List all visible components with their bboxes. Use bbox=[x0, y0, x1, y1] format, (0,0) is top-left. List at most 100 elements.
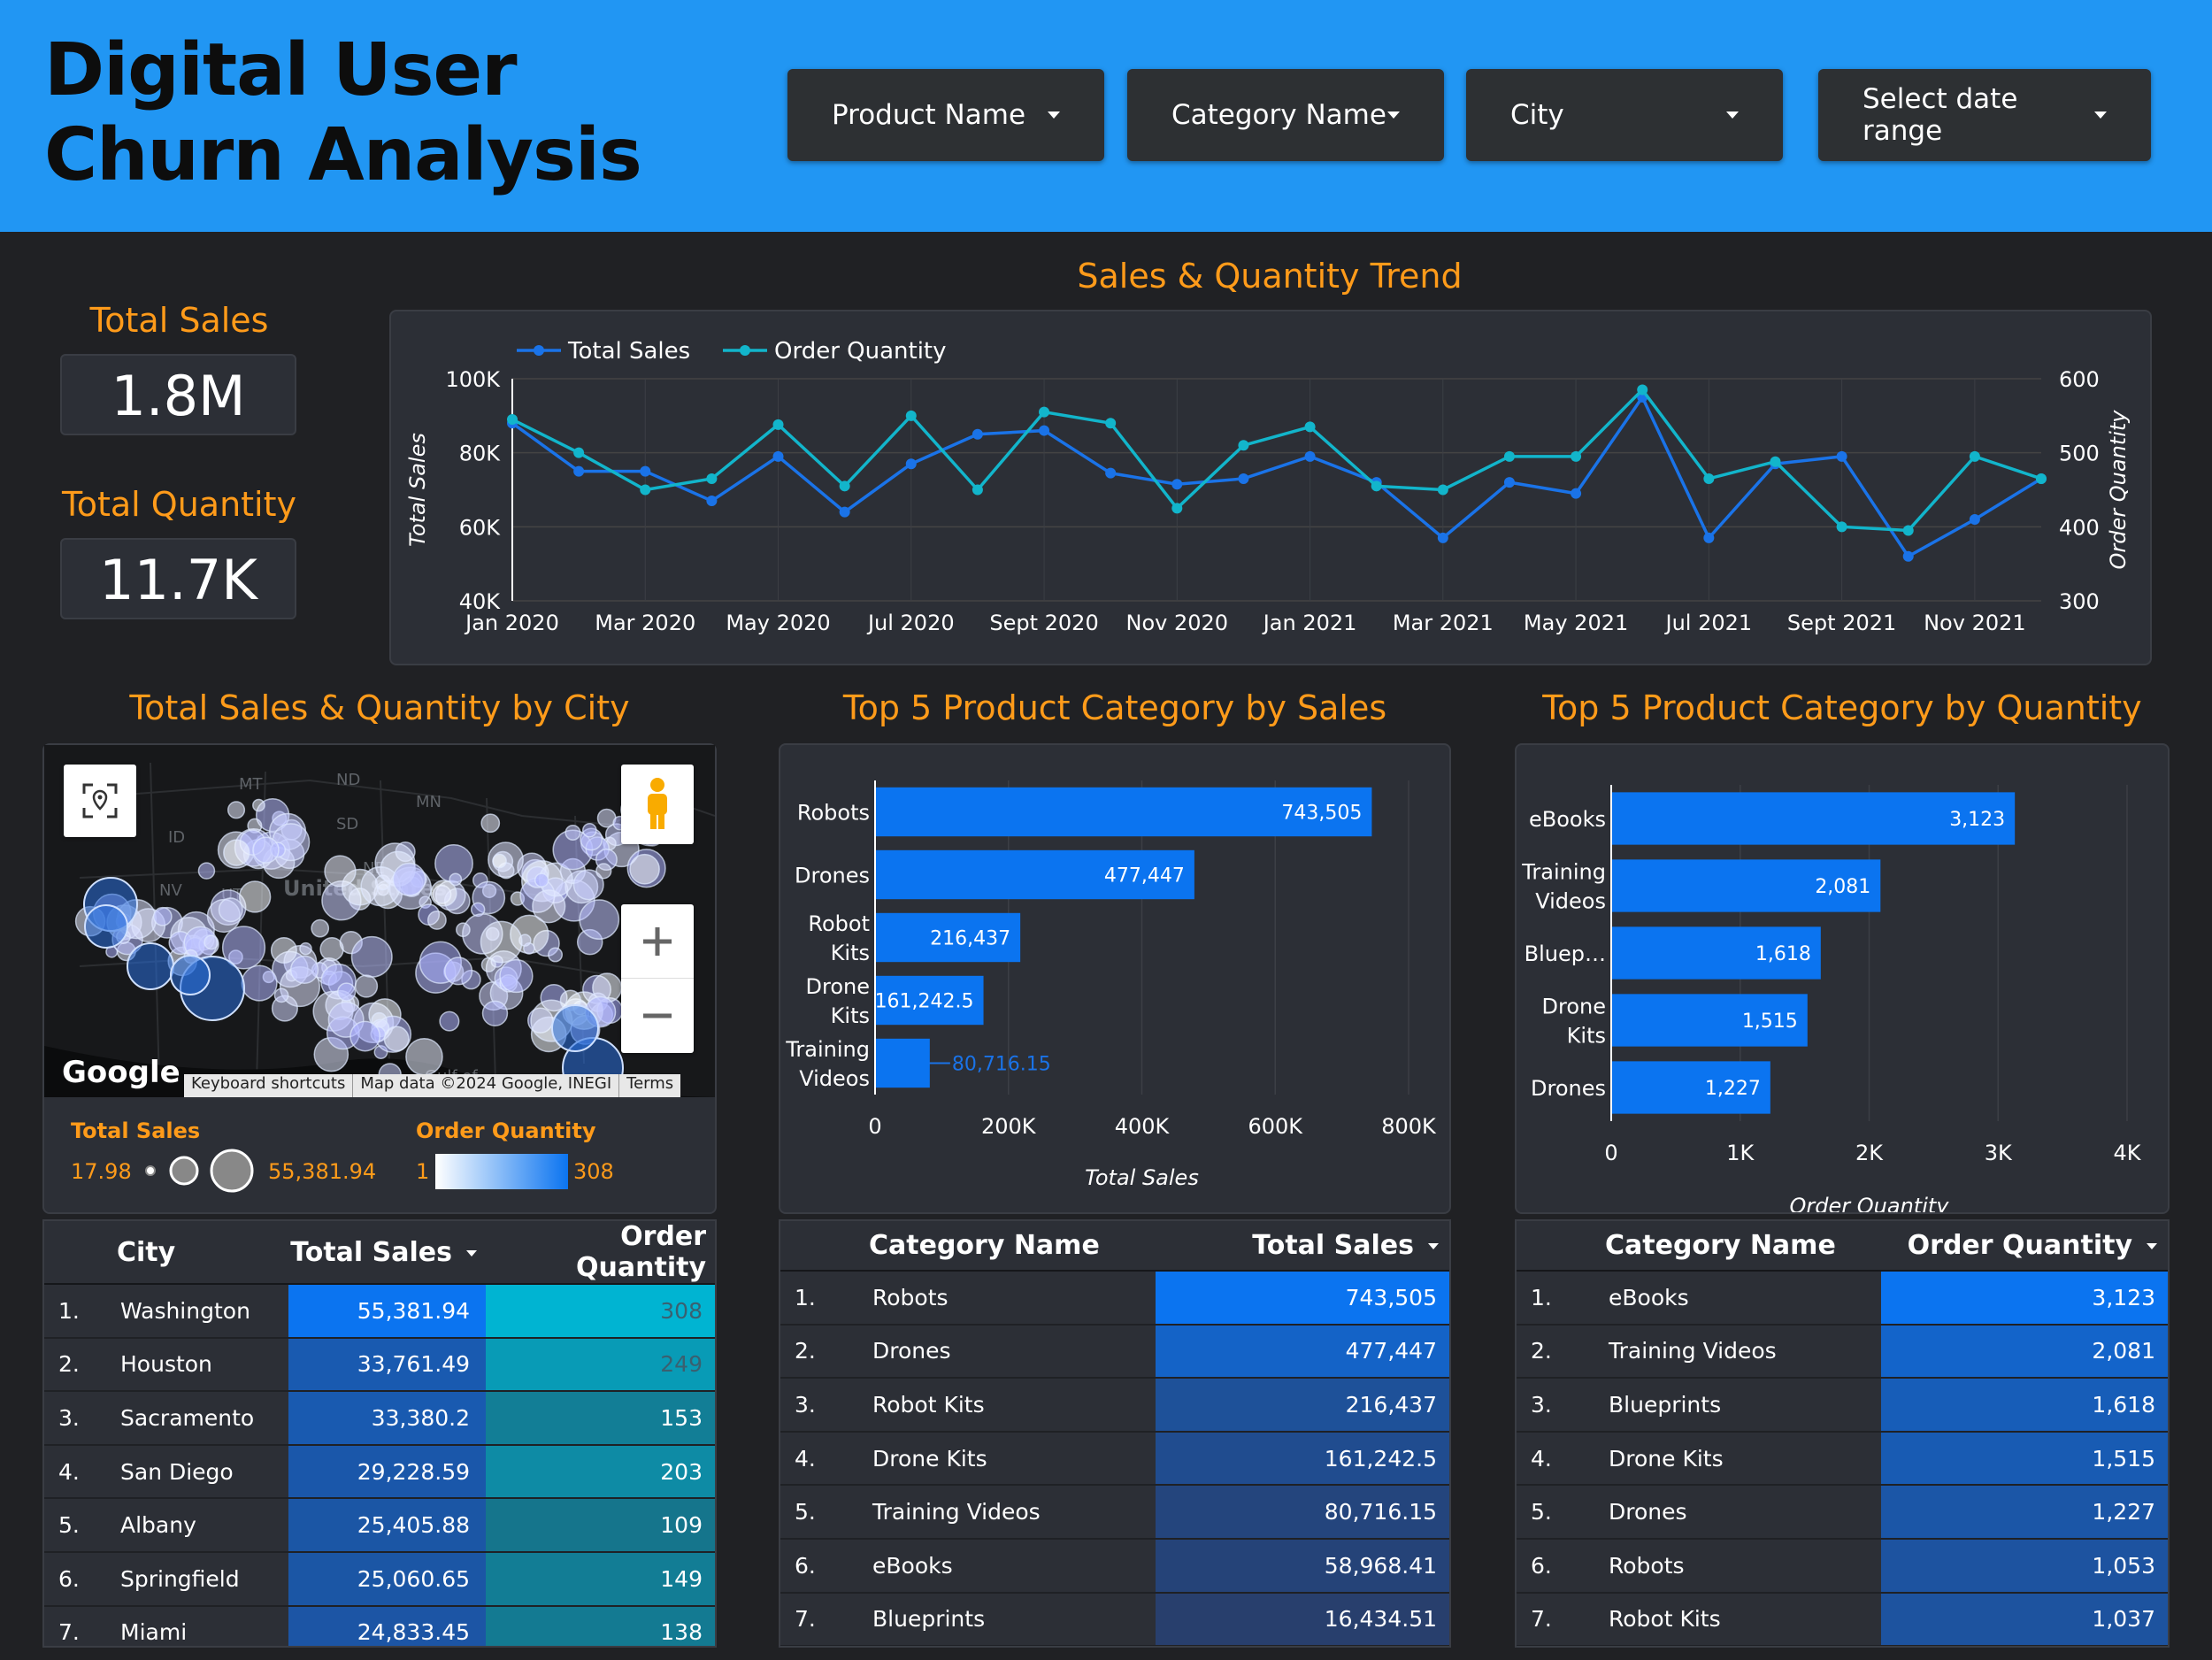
date-range-filter[interactable]: Select date range bbox=[1818, 69, 2151, 161]
header-category-name[interactable]: Category Name bbox=[1605, 1221, 1881, 1272]
category-name: Drone Kits bbox=[869, 1431, 1156, 1487]
city-bubble bbox=[392, 862, 426, 896]
data-point bbox=[1238, 440, 1249, 451]
table-row[interactable]: 6. Springfield 25,060.65 149 bbox=[44, 1551, 715, 1607]
table-row[interactable]: 7. Blueprints 16,434.51 bbox=[780, 1592, 1449, 1646]
header-category-name[interactable]: Category Name bbox=[869, 1221, 1156, 1272]
total-sales-cell: 24,833.45 bbox=[288, 1605, 486, 1646]
data-point bbox=[1571, 488, 1582, 499]
locate-button[interactable] bbox=[64, 765, 136, 837]
data-point bbox=[1902, 525, 1914, 536]
city-bubble bbox=[241, 964, 278, 1002]
sort-desc-icon bbox=[2147, 1243, 2157, 1249]
sort-desc-icon bbox=[466, 1249, 477, 1257]
table-row[interactable]: 5. Drones 1,227 bbox=[1517, 1485, 2168, 1540]
data-point bbox=[1969, 513, 1980, 525]
category-label: Bluep… bbox=[1525, 941, 1606, 966]
header-order-quantity[interactable]: Order Quantity bbox=[486, 1221, 715, 1285]
city-name: Albany bbox=[117, 1498, 288, 1553]
city-name: Washington bbox=[117, 1284, 288, 1339]
city-name: Springfield bbox=[117, 1551, 288, 1607]
header-city[interactable]: City bbox=[117, 1221, 288, 1285]
y2-axis-title: Order Quantity bbox=[2106, 410, 2131, 570]
sales-bar-chart[interactable]: 0 200K 400K 600K 800K Total Sales Robots 743,50… bbox=[780, 745, 1449, 1212]
category-label: Videos bbox=[1535, 889, 1606, 914]
category-label: Drone bbox=[1542, 995, 1606, 1019]
keyboard-shortcuts-link[interactable]: Keyboard shortcuts bbox=[184, 1074, 354, 1097]
table-row[interactable]: 3. Blueprints 1,618 bbox=[1517, 1378, 2168, 1433]
data-label: 477,447 bbox=[1104, 865, 1185, 888]
city-filter[interactable]: City bbox=[1466, 69, 1783, 161]
header-order-quantity[interactable]: Order Quantity bbox=[1881, 1221, 2168, 1272]
bubble-map[interactable]: MTNDMNSDWYNEUTNVUnited StatesGulf ofID G… bbox=[44, 745, 715, 1097]
order-quantity-cell: 308 bbox=[486, 1284, 715, 1339]
city-name: Houston bbox=[117, 1337, 288, 1393]
y-axis-title: Total Sales bbox=[405, 433, 430, 547]
data-point bbox=[1637, 384, 1648, 396]
zoom-out-button[interactable] bbox=[621, 979, 694, 1053]
table-row[interactable]: 2. Training Videos 2,081 bbox=[1517, 1324, 2168, 1379]
header-index bbox=[1517, 1221, 1605, 1272]
city-bubble bbox=[152, 906, 173, 926]
series-line-total-sales bbox=[511, 394, 2042, 559]
data-point bbox=[1836, 521, 1847, 533]
data-point bbox=[706, 496, 718, 507]
data-point bbox=[1503, 450, 1515, 462]
header-bar: Digital User Churn Analysis Product Name… bbox=[0, 0, 2212, 232]
table-row[interactable]: 6. eBooks 58,968.41 bbox=[780, 1538, 1449, 1594]
table-row[interactable]: 5. Training Videos 80,716.15 bbox=[780, 1485, 1449, 1540]
table-row[interactable]: 7. Miami 24,833.45 138 bbox=[44, 1605, 715, 1646]
header-total-sales[interactable]: Total Sales bbox=[1156, 1221, 1449, 1272]
category-name: Drones bbox=[1605, 1485, 1881, 1540]
row-index: 2. bbox=[1517, 1324, 1605, 1379]
category-label: Kits bbox=[1567, 1024, 1606, 1049]
quantity-bar-chart[interactable]: 0 1K 2K 3K 4K Order Quantity eBooks 3,123 Traini… bbox=[1517, 745, 2168, 1218]
table-row[interactable]: 7. Robot Kits 1,037 bbox=[1517, 1592, 2168, 1646]
sort-desc-icon bbox=[1428, 1243, 1439, 1249]
header-total-sales[interactable]: Total Sales bbox=[288, 1221, 486, 1285]
category-label: Robot bbox=[808, 911, 870, 936]
data-point bbox=[1171, 503, 1183, 514]
total-sales-scorecard: 1.8M bbox=[60, 354, 296, 435]
data-point bbox=[1703, 532, 1715, 543]
x-axis-title: Order Quantity bbox=[1790, 1194, 1950, 1212]
product-name-filter[interactable]: Product Name bbox=[787, 69, 1104, 161]
data-point bbox=[905, 410, 917, 421]
table-row[interactable]: 3. Sacramento 33,380.2 153 bbox=[44, 1391, 715, 1446]
table-row[interactable]: 1. Washington 55,381.94 308 bbox=[44, 1284, 715, 1339]
metric-cell: 1,227 bbox=[1881, 1485, 2168, 1540]
city-bubble bbox=[426, 910, 447, 930]
map-region-label: SD bbox=[336, 815, 358, 834]
city-bubble-large bbox=[84, 904, 128, 949]
trend-line-chart[interactable]: 100K 60080K 50060K 40040K 300Jan 2020 Mar 202… bbox=[391, 311, 2150, 664]
table-row[interactable]: 3. Robot Kits 216,437 bbox=[780, 1378, 1449, 1433]
x-tick-label: Jan 2020 bbox=[464, 611, 559, 635]
table-row[interactable]: 5. Albany 25,405.88 109 bbox=[44, 1498, 715, 1553]
city-bubble bbox=[492, 853, 507, 869]
category-name-filter[interactable]: Category Name bbox=[1127, 69, 1444, 161]
x-tick-label: 2K bbox=[1855, 1141, 1884, 1165]
map-data-credit: Map data ©2024 Google, INEGI bbox=[353, 1074, 620, 1097]
table-row[interactable]: 1. eBooks 3,123 bbox=[1517, 1271, 2168, 1326]
category-name: Training Videos bbox=[869, 1485, 1156, 1540]
table-row[interactable]: 4. San Diego 29,228.59 203 bbox=[44, 1444, 715, 1500]
zoom-in-button[interactable] bbox=[621, 904, 694, 979]
table-row[interactable]: 4. Drone Kits 1,515 bbox=[1517, 1431, 2168, 1487]
data-point bbox=[706, 473, 718, 484]
data-point bbox=[1371, 480, 1382, 492]
table-row[interactable]: 4. Drone Kits 161,242.5 bbox=[780, 1431, 1449, 1487]
y-tick-label: 60K bbox=[459, 515, 502, 540]
map-canvas[interactable]: MTNDMNSDWYNEUTNVUnited StatesGulf ofID bbox=[44, 745, 715, 1097]
table-row[interactable]: 6. Robots 1,053 bbox=[1517, 1538, 2168, 1594]
category-name: Robot Kits bbox=[1605, 1592, 1881, 1646]
city-bubble bbox=[336, 982, 357, 1002]
table-row[interactable]: 2. Drones 477,447 bbox=[780, 1324, 1449, 1379]
category-label: Kits bbox=[831, 1003, 870, 1028]
x-tick-label: 0 bbox=[868, 1114, 881, 1139]
table-row[interactable]: 1. Robots 743,505 bbox=[780, 1271, 1449, 1326]
row-index: 7. bbox=[44, 1605, 117, 1646]
terms-link[interactable]: Terms bbox=[619, 1074, 680, 1097]
pegman-icon bbox=[648, 778, 667, 829]
table-row[interactable]: 2. Houston 33,761.49 249 bbox=[44, 1337, 715, 1393]
street-view-button[interactable] bbox=[621, 765, 694, 844]
